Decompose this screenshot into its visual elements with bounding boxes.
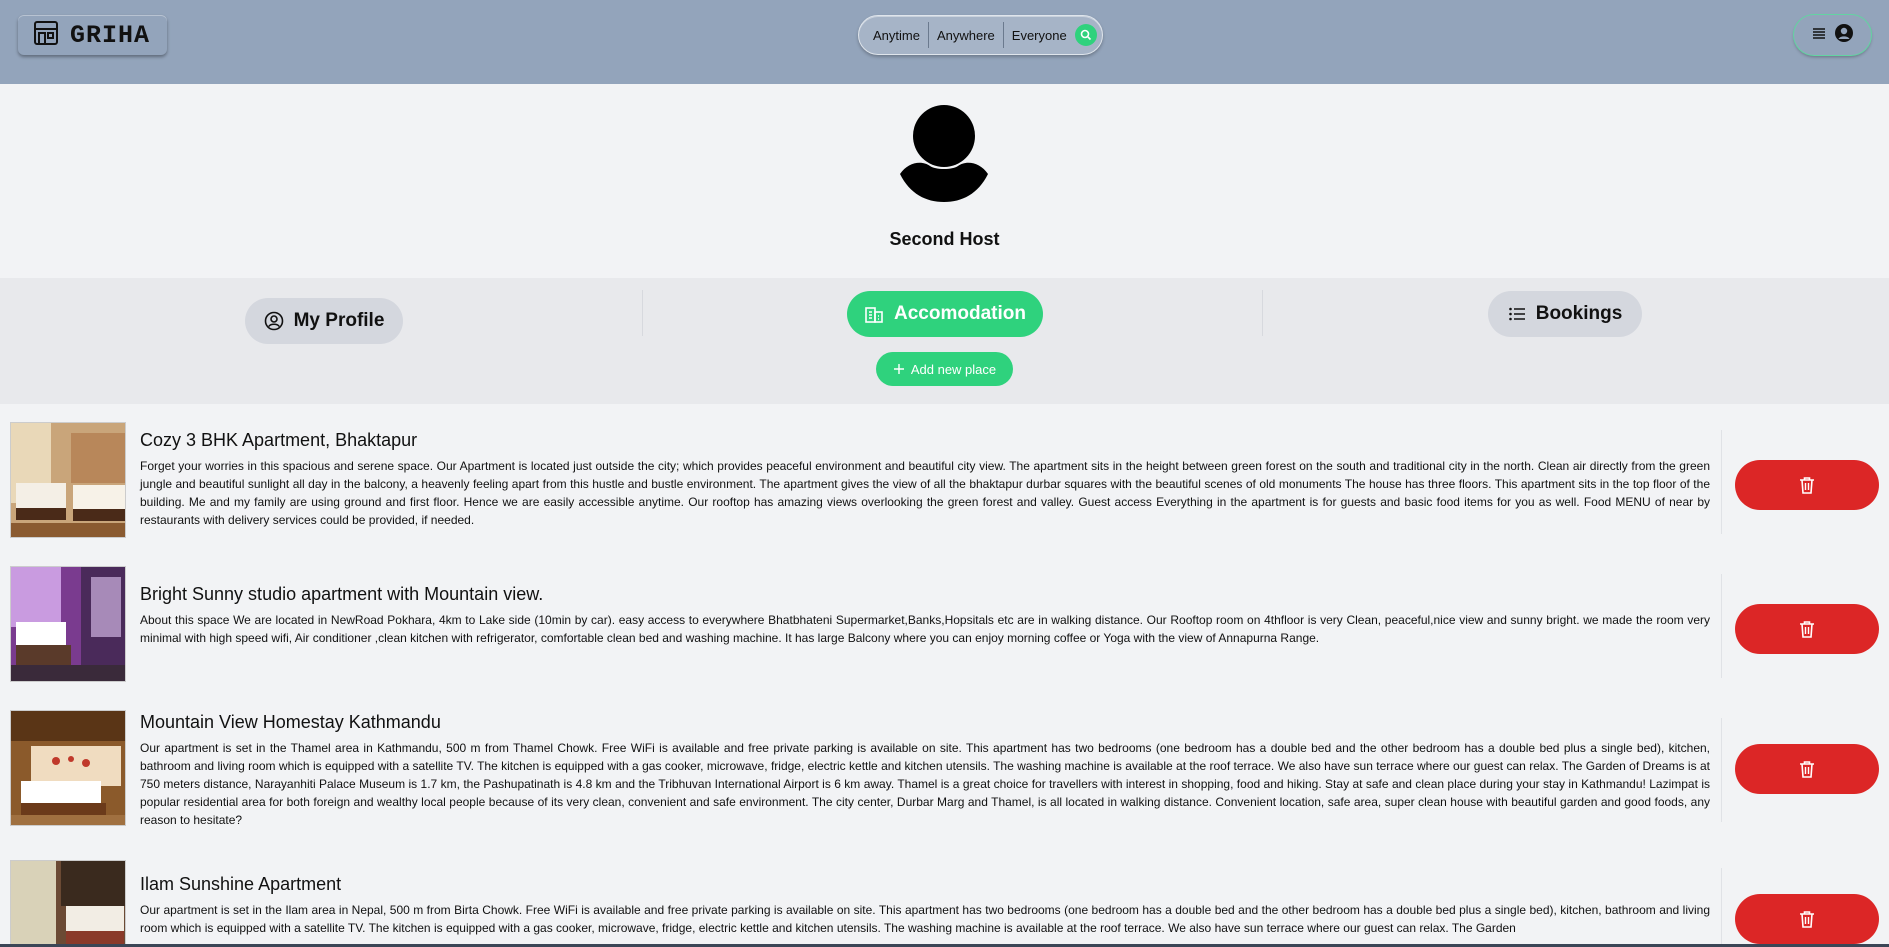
tab-label: My Profile	[293, 310, 385, 331]
search-icon	[1080, 29, 1091, 41]
user-circle-icon	[264, 311, 283, 331]
listing-row[interactable]: Bright Sunny studio apartment with Mount…	[0, 558, 1889, 698]
divider	[1721, 718, 1722, 822]
building-icon	[865, 307, 883, 323]
listing-description: Our apartment is set in the Ilam area in…	[140, 903, 1710, 935]
user-menu-button[interactable]	[1794, 15, 1871, 55]
trash-icon	[1800, 761, 1814, 778]
top-navbar: GRIHA Anytime Anywhere Everyone	[0, 0, 1889, 84]
listing-photo[interactable]	[10, 422, 126, 538]
search-button[interactable]	[1074, 24, 1097, 46]
listing-photo[interactable]	[10, 566, 126, 682]
divider	[1721, 430, 1722, 534]
user-circle-icon	[1834, 23, 1854, 48]
delete-button[interactable]	[1735, 894, 1879, 944]
search-anywhere[interactable]: Anywhere	[937, 28, 995, 43]
divider	[1721, 574, 1722, 678]
delete-button[interactable]	[1735, 744, 1879, 794]
listing-row[interactable]: Mountain View Homestay Kathmandu Our apa…	[0, 702, 1889, 847]
divider	[1721, 868, 1722, 947]
listing-photo[interactable]	[10, 710, 126, 826]
search-anytime[interactable]: Anytime	[873, 28, 920, 43]
listing-title[interactable]: Bright Sunny studio apartment with Mount…	[140, 584, 543, 605]
trash-icon	[1800, 477, 1814, 494]
listing-photo[interactable]	[10, 860, 126, 947]
menu-icon	[1812, 26, 1826, 45]
profile-section: Second Host	[0, 84, 1889, 278]
host-name: Second Host	[889, 229, 1000, 249]
house-icon	[32, 19, 60, 52]
tab-my-profile[interactable]: My Profile	[245, 298, 403, 344]
listing-title[interactable]: Mountain View Homestay Kathmandu	[140, 712, 441, 733]
tab-bookings[interactable]: Bookings	[1488, 291, 1642, 337]
divider	[1262, 290, 1263, 336]
tab-accommodation[interactable]: Accomodation	[847, 291, 1043, 337]
listing-title[interactable]: Ilam Sunshine Apartment	[140, 874, 341, 895]
listing-row[interactable]: Cozy 3 BHK Apartment, Bhaktapur Forget y…	[0, 414, 1889, 554]
listing-description: About this space We are located in NewRo…	[140, 613, 1710, 645]
list-icon	[1508, 307, 1525, 321]
listings-list: Cozy 3 BHK Apartment, Bhaktapur Forget y…	[0, 404, 1889, 947]
delete-button[interactable]	[1735, 604, 1879, 654]
listing-row[interactable]: Ilam Sunshine Apartment Our apartment is…	[0, 852, 1889, 947]
divider	[642, 290, 643, 336]
delete-button[interactable]	[1735, 460, 1879, 510]
tabs-bar: My Profile Accomodation Bookings Add new…	[0, 278, 1889, 404]
search-everyone[interactable]: Everyone	[1012, 28, 1067, 43]
trash-icon	[1800, 621, 1814, 638]
trash-icon	[1800, 911, 1814, 928]
divider	[1002, 22, 1004, 48]
logo-link[interactable]: GRIHA	[18, 15, 167, 55]
add-new-place-button[interactable]: Add new place	[876, 352, 1013, 386]
listing-description: Our apartment is set in the Thamel area …	[140, 741, 1710, 827]
avatar	[898, 104, 990, 213]
tab-label: Bookings	[1535, 303, 1623, 324]
logo-text: GRIHA	[70, 20, 151, 50]
button-label: Add new place	[910, 361, 997, 377]
listing-title[interactable]: Cozy 3 BHK Apartment, Bhaktapur	[140, 430, 417, 451]
tab-label: Accomodation	[894, 303, 1026, 324]
listing-description: Forget your worries in this spacious and…	[140, 459, 1710, 527]
divider	[927, 22, 929, 48]
plus-icon	[893, 364, 904, 374]
search-bar[interactable]: Anytime Anywhere Everyone	[858, 15, 1103, 55]
